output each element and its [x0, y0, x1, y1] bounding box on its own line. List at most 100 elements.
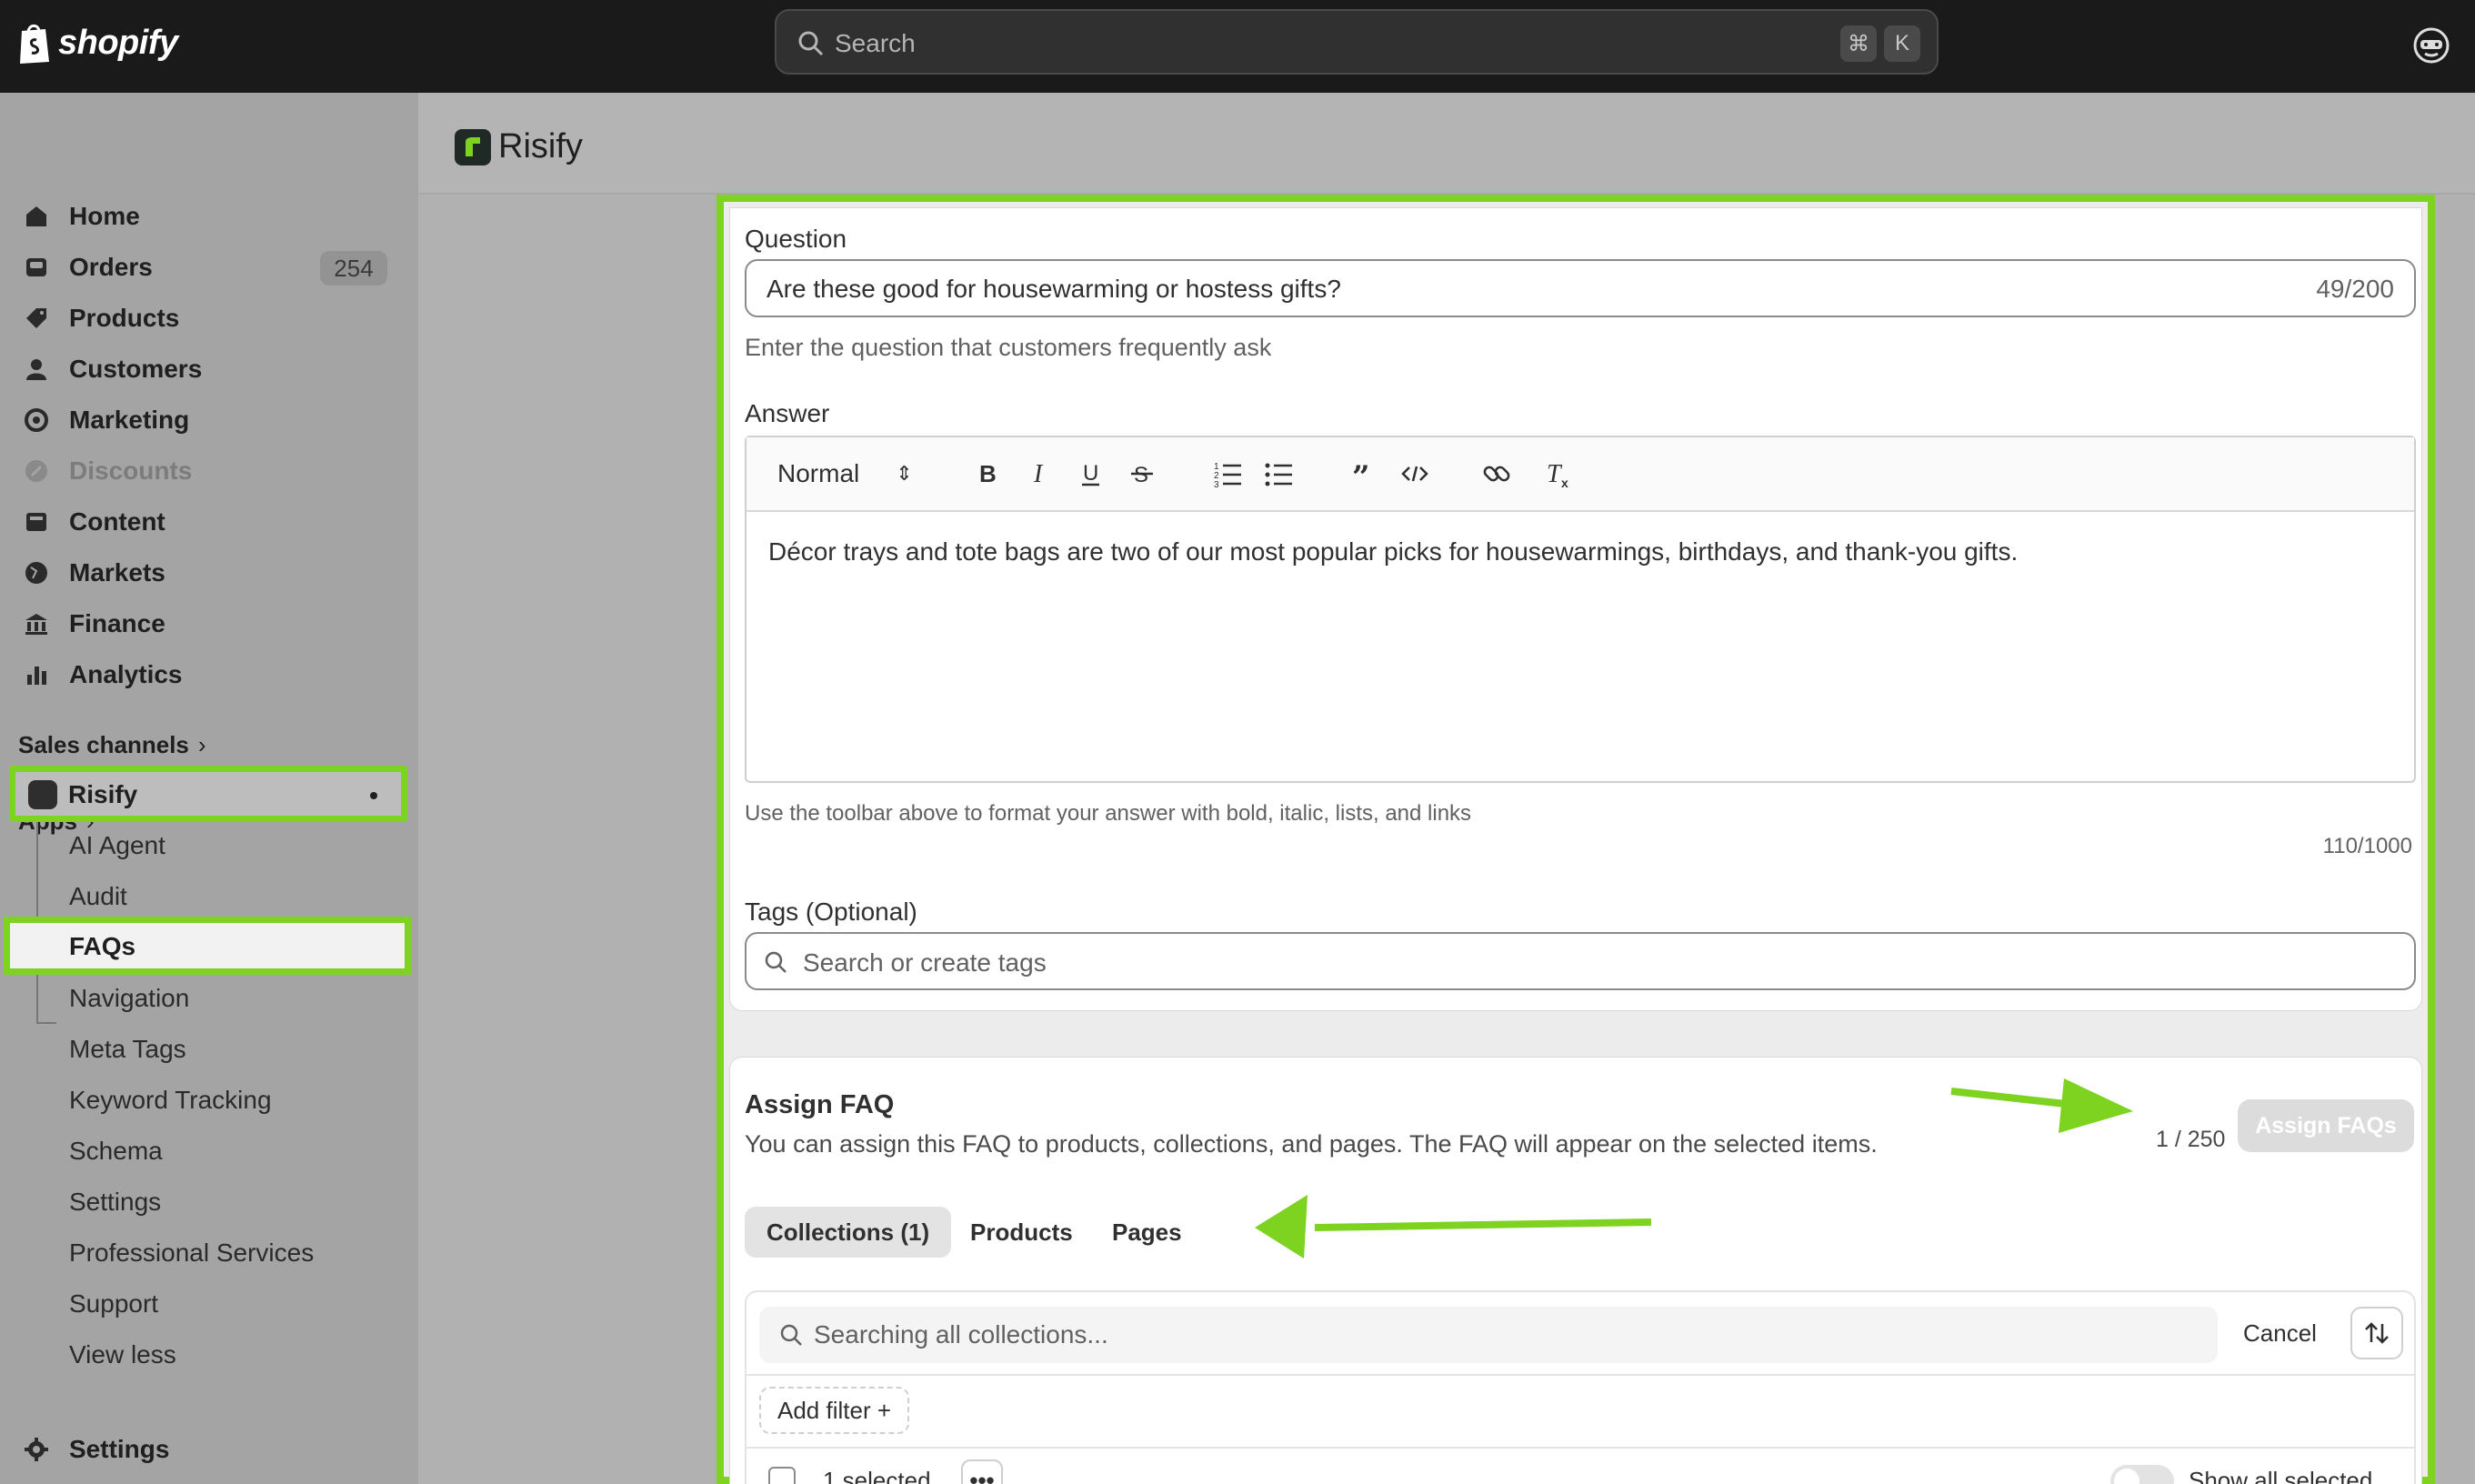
ordered-list-button[interactable]: 123 — [1212, 456, 1243, 492]
nav-settings[interactable]: Settings — [18, 1424, 400, 1475]
link-icon — [1483, 466, 1510, 482]
tags-input[interactable]: Search or create tags — [745, 932, 2416, 990]
nav-app-risify[interactable]: Risify — [9, 766, 407, 822]
sub-meta-tags[interactable]: Meta Tags — [69, 1035, 186, 1064]
shopify-logo[interactable]: shopify — [16, 20, 178, 65]
nav-label: Marketing — [69, 406, 190, 434]
collections-list: Searching all collections... Cancel Add … — [745, 1290, 2416, 1484]
bullet-list-button[interactable] — [1263, 456, 1294, 492]
answer-text: Décor trays and tote bags are two of our… — [768, 537, 2019, 566]
svg-text:”: ” — [1352, 459, 1370, 489]
svg-text:S: S — [1134, 463, 1148, 487]
nav-content[interactable]: Content — [18, 496, 400, 547]
tab-products[interactable]: Products — [948, 1207, 1095, 1258]
nav-label: Products — [69, 304, 180, 332]
sort-button[interactable] — [2350, 1307, 2403, 1359]
sub-faqs[interactable]: FAQs — [4, 917, 411, 975]
sub-support[interactable]: Support — [69, 1289, 158, 1319]
clear-format-button[interactable]: Tx — [1543, 456, 1574, 492]
sub-view-less[interactable]: View less — [69, 1340, 176, 1369]
tab-pages[interactable]: Pages — [1090, 1207, 1204, 1258]
svg-text:3: 3 — [1214, 480, 1219, 489]
sub-audit[interactable]: Audit — [69, 882, 127, 911]
question-input[interactable]: Are these good for housewarming or hoste… — [745, 259, 2416, 317]
nav-label: Settings — [69, 1435, 170, 1463]
orders-count-badge: 254 — [320, 251, 387, 286]
faq-editor-highlight: Question Are these good for housewarming… — [716, 195, 2435, 1484]
sales-channels-label: Sales channels — [18, 731, 189, 758]
annotation-arrow-right — [1950, 1078, 2133, 1133]
bullet-list-icon — [1265, 463, 1292, 486]
shortcut-k-key: K — [1884, 25, 1920, 62]
cancel-search-button[interactable]: Cancel — [2243, 1319, 2317, 1348]
ordered-list-icon: 123 — [1214, 462, 1241, 489]
tab-collections[interactable]: Collections (1) — [745, 1207, 952, 1258]
global-search[interactable]: Search ⌘ K — [775, 9, 1939, 75]
more-actions-button[interactable]: ••• — [961, 1459, 1003, 1484]
search-icon — [798, 31, 824, 56]
bank-icon — [25, 614, 47, 635]
format-select-value: Normal — [777, 459, 860, 487]
assign-title: Assign FAQ — [745, 1090, 895, 1119]
nav-customers[interactable]: Customers — [18, 344, 400, 395]
nav-markets[interactable]: Markets — [18, 547, 400, 598]
bold-icon: B — [979, 460, 997, 487]
sub-ai-agent[interactable]: AI Agent — [69, 831, 165, 860]
italic-icon: I — [1033, 460, 1044, 488]
assign-count: 1 / 250 — [2156, 1127, 2226, 1152]
add-filter-button[interactable]: Add filter + — [759, 1387, 910, 1434]
search-icon — [765, 951, 787, 973]
user-avatar-icon[interactable] — [2411, 25, 2451, 65]
nav-marketing[interactable]: Marketing — [18, 395, 400, 446]
nav-home[interactable]: Home — [18, 191, 400, 242]
link-button[interactable] — [1481, 456, 1512, 492]
question-char-count: 49/200 — [2316, 275, 2394, 303]
nav-products[interactable]: Products — [18, 293, 400, 344]
faqs-label: FAQs — [69, 932, 136, 960]
question-label: Question — [745, 225, 847, 253]
nav-label: Orders — [69, 253, 153, 281]
answer-help-text: Use the toolbar above to format your ans… — [745, 801, 1472, 826]
sub-keyword-tracking[interactable]: Keyword Tracking — [69, 1086, 272, 1115]
nav-finance[interactable]: Finance — [18, 598, 400, 649]
app-label: Risify — [68, 780, 138, 808]
brand-name: shopify — [58, 23, 178, 62]
sub-navigation[interactable]: Navigation — [69, 984, 189, 1013]
sub-schema[interactable]: Schema — [69, 1137, 163, 1166]
collections-search[interactable]: Searching all collections... — [759, 1307, 2218, 1363]
sub-professional-services[interactable]: Professional Services — [69, 1238, 314, 1268]
assign-faqs-button[interactable]: Assign FAQs — [2238, 1099, 2414, 1152]
chevron-right-icon: › — [197, 731, 206, 758]
strikethrough-button[interactable]: S — [1127, 456, 1157, 492]
answer-editor[interactable]: Normal ⇕ B I U S 123 ” Tx Décor trays an… — [745, 436, 2416, 783]
nav-analytics[interactable]: Analytics — [18, 649, 400, 700]
nav-orders[interactable]: Orders 254 — [18, 242, 400, 293]
nav-label: Finance — [69, 609, 165, 637]
nav-discounts[interactable]: Discounts — [18, 446, 400, 496]
sub-settings[interactable]: Settings — [69, 1188, 161, 1217]
underline-button[interactable]: U — [1076, 456, 1107, 492]
svg-text:x: x — [1561, 476, 1568, 489]
italic-button[interactable]: I — [1025, 456, 1056, 492]
question-value: Are these good for housewarming or hoste… — [767, 275, 1341, 303]
faq-form-card: Question Are these good for housewarming… — [729, 207, 2422, 1011]
code-icon — [1401, 466, 1428, 482]
home-icon — [26, 206, 46, 226]
bold-button[interactable]: B — [972, 456, 1003, 492]
select-all-checkbox[interactable] — [768, 1467, 796, 1484]
annotation-arrow-left — [1255, 1195, 1652, 1258]
blockquote-button[interactable]: ” — [1348, 456, 1379, 492]
tag-icon — [26, 308, 46, 328]
sales-channels-link[interactable]: Sales channels › — [18, 731, 206, 759]
discount-icon — [25, 460, 47, 482]
show-all-selected-toggle[interactable] — [2110, 1465, 2174, 1484]
svg-text:I: I — [1033, 460, 1044, 488]
answer-label: Answer — [745, 399, 830, 427]
question-help-text: Enter the question that customers freque… — [745, 334, 1272, 361]
globe-icon — [25, 562, 47, 584]
sort-icon — [2365, 1322, 2389, 1344]
code-button[interactable] — [1399, 456, 1430, 492]
clear-format-icon: Tx — [1547, 460, 1568, 489]
tree-hook — [36, 1022, 56, 1024]
format-select[interactable]: Normal ⇕ — [777, 456, 913, 492]
